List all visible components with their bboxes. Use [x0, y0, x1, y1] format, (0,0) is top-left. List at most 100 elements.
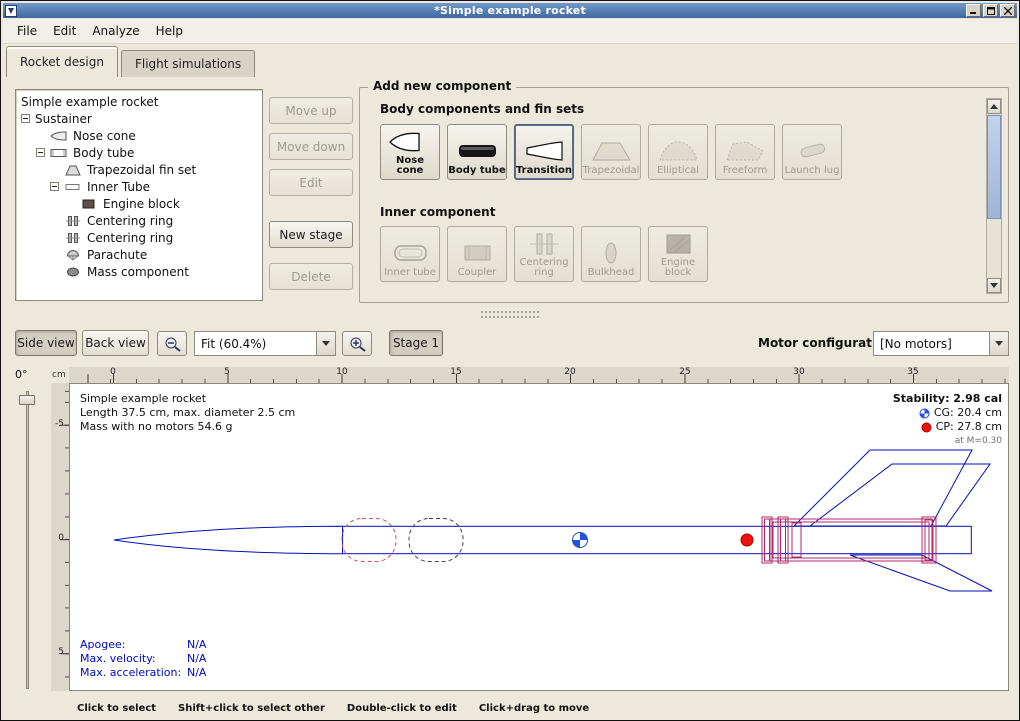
fin-lower-outline [850, 555, 992, 591]
rocket-name: Simple example rocket [80, 392, 295, 406]
status-hint: Shift+click to select other [178, 703, 325, 714]
tree-item-nose-cone[interactable]: Nose cone [16, 127, 262, 144]
add-centering-ring-button[interactable]: Centering ring [514, 226, 574, 282]
add-coupler-button[interactable]: Coupler [447, 226, 507, 282]
tree-item-parachute[interactable]: Parachute [16, 246, 262, 263]
apogee-value: N/A [187, 638, 206, 651]
component-panel-scrollbar[interactable] [986, 98, 1002, 294]
nose-cone-icon [388, 129, 432, 154]
status-hint: Click+drag to move [479, 703, 589, 714]
flight-info: Apogee:N/A Max. velocity:N/A Max. accele… [80, 638, 206, 680]
arrow-up-icon [990, 104, 998, 109]
add-component-panel: Add new component Body components and fi… [359, 87, 1009, 303]
max-acceleration-label: Max. acceleration: [80, 666, 187, 680]
motor-configuration-select[interactable]: [No motors] [873, 331, 1009, 356]
zoom-select[interactable]: Fit (60.4%) [194, 331, 336, 356]
zoom-out-button[interactable] [157, 331, 187, 356]
close-button[interactable] [1000, 4, 1015, 17]
tree-item-sustainer[interactable]: Sustainer [16, 110, 262, 127]
maximize-icon [987, 7, 995, 15]
rotation-slider-handle[interactable] [19, 395, 35, 405]
move-down-button[interactable]: Move down [269, 133, 353, 160]
minimize-icon [970, 7, 977, 14]
splitter-grip-icon [481, 311, 539, 318]
trapezoidal-fin-icon [589, 138, 633, 164]
menu-analyze[interactable]: Analyze [84, 20, 147, 42]
collapse-icon[interactable] [36, 148, 45, 157]
add-transition-button[interactable]: Transition [514, 124, 574, 180]
collapse-icon[interactable] [21, 114, 30, 123]
bulkhead-icon [589, 240, 633, 266]
inner-tube-icon [64, 181, 82, 193]
rotation-slider[interactable] [26, 391, 29, 689]
menu-help[interactable]: Help [148, 20, 191, 42]
add-body-tube-button[interactable]: Body tube [447, 124, 507, 180]
add-freeform-fin-button[interactable]: Freeform [715, 124, 775, 180]
max-acceleration-value: N/A [187, 666, 206, 679]
minimize-button[interactable] [966, 4, 981, 17]
edit-button[interactable]: Edit [269, 169, 353, 196]
collapse-icon[interactable] [50, 182, 59, 191]
new-stage-button[interactable]: New stage [269, 221, 353, 248]
menu-edit[interactable]: Edit [45, 20, 84, 42]
tree-item-label: Inner Tube [87, 180, 150, 194]
zoom-select-value: Fit (60.4%) [195, 332, 316, 355]
add-elliptical-fin-button[interactable]: Elliptical [648, 124, 708, 180]
move-up-button[interactable]: Move up [269, 97, 353, 124]
stage-1-toggle[interactable]: Stage 1 [389, 330, 443, 356]
fin-front-outline [794, 450, 972, 526]
combo-arrow-button[interactable] [989, 332, 1008, 355]
main-tabs: Rocket design Flight simulations [6, 46, 1014, 77]
add-inner-tube-button[interactable]: Inner tube [380, 226, 440, 282]
tree-item-centering-ring-1[interactable]: Centering ring [16, 212, 262, 229]
cp-marker [741, 534, 753, 546]
split-pane-divider[interactable] [1, 307, 1019, 321]
cp-value: CP: 27.8 cm [936, 420, 1002, 434]
back-view-button[interactable]: Back view [82, 330, 149, 356]
transition-icon [522, 138, 566, 164]
tree-item-engine-block[interactable]: Engine block [16, 195, 262, 212]
scrollbar-up-button[interactable] [987, 99, 1001, 114]
motor-configuration-value: [No motors] [874, 332, 989, 355]
tree-item-body-tube[interactable]: Body tube [16, 144, 262, 161]
tree-item-rocket[interactable]: Simple example rocket [16, 93, 262, 110]
rocket-dimensions: Length 37.5 cm, max. diameter 2.5 cm [80, 406, 295, 420]
menu-file[interactable]: File [9, 20, 45, 42]
add-engine-block-button[interactable]: Engine block [648, 226, 708, 282]
tree-item-label: Mass component [87, 265, 189, 279]
zoom-in-button[interactable] [342, 331, 372, 356]
cp-icon [921, 422, 932, 433]
combo-arrow-button[interactable] [316, 332, 335, 355]
freeform-fin-icon [723, 138, 767, 164]
tree-item-mass-component[interactable]: Mass component [16, 263, 262, 280]
app-icon[interactable] [5, 5, 17, 17]
body-tube-outline [343, 526, 972, 553]
centering-ring-icon [64, 232, 82, 244]
status-bar: Click to select Shift+click to select ot… [3, 699, 1017, 717]
side-view-button[interactable]: Side view [15, 330, 77, 356]
centering-ring-icon [64, 215, 82, 227]
delete-button[interactable]: Delete [269, 263, 353, 290]
tree-item-fin-set[interactable]: Trapezoidal fin set [16, 161, 262, 178]
arrow-down-icon [990, 283, 998, 288]
rocket-view-canvas[interactable]: Simple example rocket Length 37.5 cm, ma… [69, 383, 1009, 691]
add-launch-lug-button[interactable]: Launch lug [782, 124, 842, 180]
scrollbar-thumb[interactable] [987, 115, 1001, 219]
rocket-mass: Mass with no motors 54.6 g [80, 420, 295, 434]
add-nose-cone-button[interactable]: Nose cone [380, 124, 440, 180]
scrollbar-down-button[interactable] [987, 278, 1001, 293]
title-bar[interactable]: *Simple example rocket [3, 3, 1017, 18]
add-bulkhead-button[interactable]: Bulkhead [581, 226, 641, 282]
tree-item-label: Nose cone [73, 129, 136, 143]
tab-flight-simulations[interactable]: Flight simulations [121, 50, 255, 77]
tree-item-inner-tube[interactable]: Inner Tube [16, 178, 262, 195]
rocket-info: Simple example rocket Length 37.5 cm, ma… [80, 392, 295, 434]
engine-block-icon [80, 198, 98, 210]
maximize-button[interactable] [983, 4, 998, 17]
tree-item-centering-ring-2[interactable]: Centering ring [16, 229, 262, 246]
ruler-ticks [60, 383, 69, 691]
mach-note: at M=0.30 [893, 434, 1002, 448]
tree-item-label: Simple example rocket [21, 95, 158, 109]
tab-rocket-design[interactable]: Rocket design [6, 46, 118, 77]
add-trapezoidal-fin-button[interactable]: Trapezoidal [581, 124, 641, 180]
